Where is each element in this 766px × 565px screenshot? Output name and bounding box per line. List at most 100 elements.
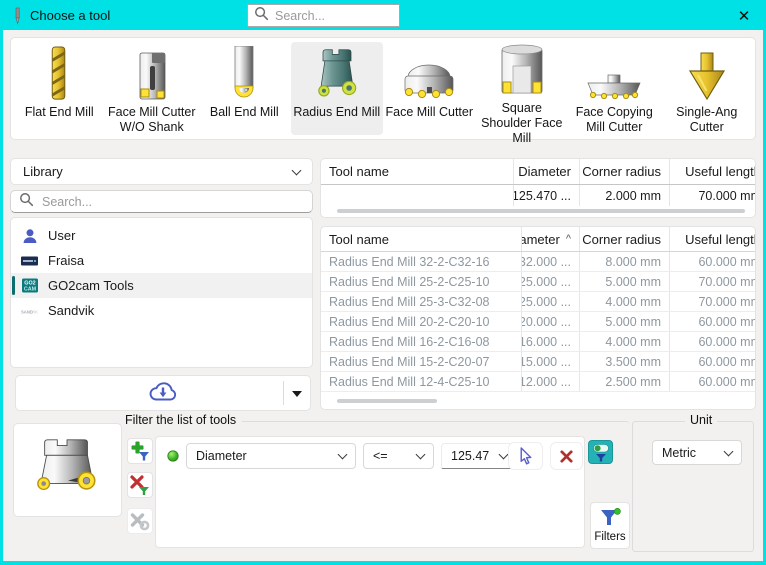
app-tool-icon <box>13 7 22 30</box>
cell-corner-radius: 4.000 mm <box>579 332 669 351</box>
unit-group-title: Unit <box>685 413 717 427</box>
delete-filter-button[interactable] <box>550 442 583 470</box>
table-row[interactable]: 125.470 ... 2.000 mm 70.000 mm <box>321 185 755 206</box>
unit-dropdown[interactable]: Metric <box>652 440 742 465</box>
face-copying-mill-cutter-icon <box>582 44 646 102</box>
col-corner-radius[interactable]: Corner radius <box>579 159 669 184</box>
pick-value-button[interactable] <box>508 442 543 470</box>
choose-a-tool-dialog: Choose a tool ✕ <box>0 0 766 565</box>
filter-field-dropdown[interactable]: Diameter <box>186 443 356 469</box>
svg-text:VIK: VIK <box>31 309 38 314</box>
delete-x-icon <box>559 449 574 464</box>
filters-button[interactable]: Filters <box>590 502 630 549</box>
title-bar: Choose a tool ✕ <box>0 0 766 30</box>
remove-filter-button[interactable] <box>127 472 153 498</box>
filter-value-combobox[interactable] <box>441 443 517 469</box>
table-row[interactable]: Radius End Mill 32-2-C32-16 32.000 ... 8… <box>321 252 755 272</box>
table-row[interactable]: Radius End Mill 25-3-C32-08 25.000 ... 4… <box>321 292 755 312</box>
cell-tool-name: Radius End Mill 32-2-C32-16 <box>321 252 521 271</box>
library-list: User Fraisa GO2CAM GO2cam Tools SANDVIK … <box>10 217 313 368</box>
go2cam-logo-icon: GO2CAM <box>21 278 38 293</box>
tool-type-label: Face Mill Cutter <box>385 105 473 120</box>
cell-diameter: 20.000 ... <box>521 312 579 331</box>
filter-operator-dropdown[interactable]: <= <box>363 443 434 469</box>
clear-filters-disabled-icon <box>130 511 150 531</box>
cell-corner-radius: 8.000 mm <box>579 252 669 271</box>
cloud-download-icon <box>148 380 178 407</box>
tool-preview-image <box>29 432 107 509</box>
radius-end-mill-icon <box>314 44 360 102</box>
col-diameter-sorted[interactable]: Diameter ^ <box>521 227 579 251</box>
cell-diameter: 32.000 ... <box>521 252 579 271</box>
current-tool-table: Tool name Diameter Corner radius Useful … <box>320 158 756 218</box>
col-tool-name[interactable]: Tool name <box>321 227 521 251</box>
col-diameter-label: Diameter <box>521 232 560 247</box>
unit-value: Metric <box>662 446 696 460</box>
table-row[interactable]: Radius End Mill 12-4-C25-10 12.000 ... 2… <box>321 372 755 392</box>
tool-type-label: Single-Ang Cutter <box>661 105 753 135</box>
clear-filters-button-disabled <box>127 508 153 534</box>
table-row[interactable]: Radius End Mill 20-2-C20-10 20.000 ... 5… <box>321 312 755 332</box>
tool-type-label: Face Copying Mill Cutter <box>568 105 660 135</box>
library-search[interactable] <box>10 190 313 213</box>
single-angle-cutter-icon <box>685 44 729 102</box>
cell-corner-radius: 2.000 mm <box>579 185 669 206</box>
tool-type-strip: Flat End Mill Face Mill Cutter W/O Shank <box>10 37 756 140</box>
tool-type-label: Square Shoulder Face Mill <box>476 101 568 146</box>
tool-type-ball-end-mill[interactable]: Ball End Mill <box>198 42 291 135</box>
library-item-sandvik[interactable]: SANDVIK Sandvik <box>11 298 312 323</box>
table-row[interactable]: Radius End Mill 25-2-C25-10 25.000 ... 5… <box>321 272 755 292</box>
tool-type-label: Face Mill Cutter W/O Shank <box>106 105 198 135</box>
cell-useful-length: 60.000 mm <box>669 372 756 391</box>
col-corner-radius[interactable]: Corner radius <box>579 227 669 251</box>
library-item-fraisa[interactable]: Fraisa <box>11 248 312 273</box>
tool-type-label: Radius End Mill <box>293 105 380 120</box>
library-item-label: Sandvik <box>48 303 94 318</box>
svg-text:CAM: CAM <box>23 287 36 293</box>
filter-value-input[interactable] <box>451 449 497 463</box>
col-useful-length[interactable]: Useful length <box>669 227 756 251</box>
search-icon <box>254 6 269 26</box>
library-item-label: GO2cam Tools <box>48 278 134 293</box>
col-useful-length[interactable]: Useful length <box>669 159 756 184</box>
dialog-content: Flat End Mill Face Mill Cutter W/O Shank <box>3 30 763 561</box>
download-library-button[interactable] <box>15 375 311 411</box>
tool-type-face-mill-cutter[interactable]: Face Mill Cutter <box>383 42 476 135</box>
flat-end-mill-icon <box>39 44 79 102</box>
cursor-icon <box>517 447 534 466</box>
user-icon <box>21 228 38 244</box>
dropdown-caret-icon[interactable] <box>292 391 302 397</box>
add-filter-button[interactable] <box>127 438 153 464</box>
library-item-go2cam-tools[interactable]: GO2CAM GO2cam Tools <box>11 273 312 298</box>
col-tool-name[interactable]: Tool name <box>321 159 513 184</box>
square-shoulder-face-mill-icon <box>496 44 548 98</box>
cell-useful-length: 70.000 mm <box>669 292 756 311</box>
cell-tool-name <box>321 185 513 206</box>
tool-preview <box>13 423 122 517</box>
titlebar-search[interactable] <box>247 4 400 27</box>
search-icon <box>19 192 34 212</box>
table-row[interactable]: Radius End Mill 16-2-C16-08 16.000 ... 4… <box>321 332 755 352</box>
horizontal-scrollbar[interactable] <box>337 209 745 213</box>
chevron-down-icon <box>416 450 426 460</box>
cell-diameter: 16.000 ... <box>521 332 579 351</box>
tool-type-face-mill-wo-shank[interactable]: Face Mill Cutter W/O Shank <box>106 42 199 135</box>
library-search-input[interactable] <box>42 195 304 209</box>
filter-operator-value: <= <box>373 449 388 463</box>
tool-type-face-copying-mill-cutter[interactable]: Face Copying Mill Cutter <box>568 42 661 135</box>
toggle-filter-button[interactable] <box>588 440 613 464</box>
close-icon[interactable]: ✕ <box>734 6 754 26</box>
table-row[interactable]: Radius End Mill 15-2-C20-07 15.000 ... 3… <box>321 352 755 372</box>
library-item-user[interactable]: User <box>11 223 312 248</box>
filter-rows-panel: Diameter <= <box>155 436 585 548</box>
tool-type-single-angle-cutter[interactable]: Single-Ang Cutter <box>661 42 754 135</box>
library-dropdown[interactable]: Library <box>10 158 313 185</box>
tool-type-flat-end-mill[interactable]: Flat End Mill <box>13 42 106 135</box>
tool-type-square-shoulder-face-mill[interactable]: Square Shoulder Face Mill <box>476 42 569 135</box>
tool-type-radius-end-mill[interactable]: Radius End Mill <box>291 42 384 135</box>
window-title: Choose a tool <box>30 8 110 23</box>
col-diameter[interactable]: Diameter <box>513 159 579 184</box>
cell-tool-name: Radius End Mill 16-2-C16-08 <box>321 332 521 351</box>
horizontal-scrollbar[interactable] <box>337 399 437 403</box>
titlebar-search-input[interactable] <box>275 9 385 23</box>
